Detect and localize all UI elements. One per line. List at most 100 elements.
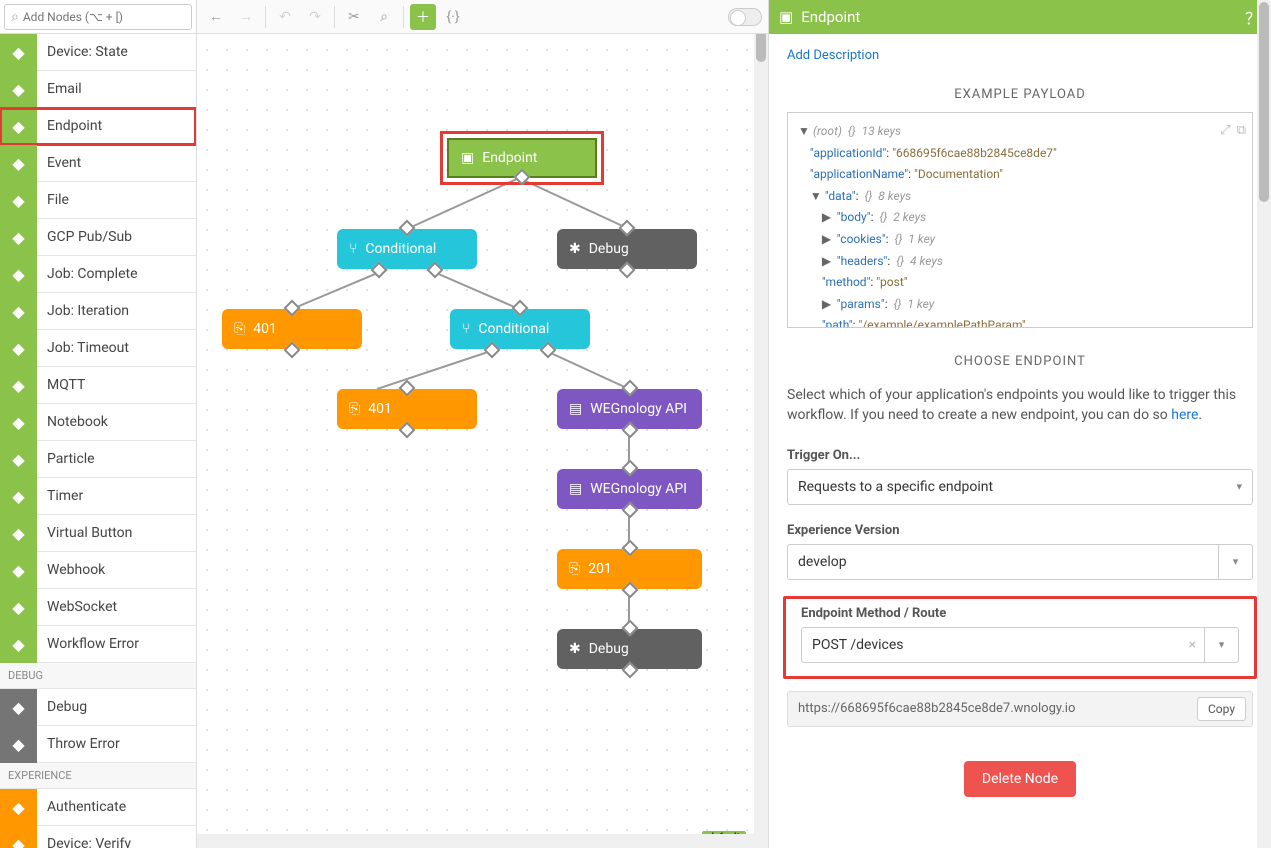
canvas-node-conditional-1[interactable]: ⑂ Conditional — [337, 229, 477, 269]
node-item-label: Event — [37, 155, 81, 171]
payload-box[interactable]: ⤢⧉ ▼ (root) {} 13 keys "applicationId": … — [787, 112, 1253, 328]
node-item-job-timeout[interactable]: ◆Job: Timeout — [0, 330, 196, 367]
endpoint-route-value: POST /devices — [812, 637, 904, 653]
node-icon: ◆ — [0, 219, 37, 256]
left-panel: ⌕ ◆Device: State◆Email◆Endpoint◆Event◆Fi… — [0, 0, 197, 848]
canvas-node-endpoint[interactable]: ▣ Endpoint — [447, 138, 597, 178]
node-icon: ◆ — [0, 515, 37, 552]
node-search[interactable]: ⌕ — [4, 4, 192, 30]
endpoint-route-select[interactable]: POST /devices × ▾ — [801, 627, 1239, 663]
node-icon: ◆ — [0, 552, 37, 589]
chevron-down-icon: ▾ — [1233, 555, 1239, 568]
node-item-label: Email — [37, 81, 82, 97]
canvas-vscroll[interactable] — [754, 0, 768, 848]
node-item-workflow-error[interactable]: ◆Workflow Error — [0, 626, 196, 663]
redo-button[interactable]: ↷ — [302, 4, 328, 30]
reply-icon: ⎘ — [234, 321, 245, 337]
here-link[interactable]: here — [1171, 407, 1198, 423]
expand-icon[interactable]: ⤢ — [1220, 119, 1230, 142]
node-item-webhook[interactable]: ◆Webhook — [0, 552, 196, 589]
endpoint-route-label: Endpoint Method / Route — [801, 606, 1239, 621]
node-item-debug[interactable]: ◆Debug — [0, 689, 196, 726]
node-item-particle[interactable]: ◆Particle — [0, 441, 196, 478]
node-icon: ◆ — [0, 71, 37, 108]
canvas-hscroll[interactable] — [197, 834, 768, 848]
node-item-label: Job: Timeout — [37, 340, 129, 356]
node-item-websocket[interactable]: ◆WebSocket — [0, 589, 196, 626]
canvas[interactable]: ← → ↶ ↷ ✂ ⌕ ＋ {·} — [197, 0, 768, 848]
right-panel: ▣ Endpoint ？ Add Description EXAMPLE PAY… — [768, 0, 1271, 848]
branch-icon: ⑂ — [462, 321, 470, 337]
node-item-notebook[interactable]: ◆Notebook — [0, 404, 196, 441]
node-icon: ◆ — [0, 404, 37, 441]
copy-button[interactable]: Copy — [1197, 697, 1246, 721]
node-search-input[interactable] — [23, 10, 185, 24]
add-button[interactable]: ＋ — [410, 4, 436, 30]
canvas-inner[interactable]: ▣ Endpoint ⑂ Conditional ✱ Debug ⎘ 401 ⑂ — [197, 34, 768, 848]
undo-button[interactable]: ↶ — [272, 4, 298, 30]
node-item-authenticate[interactable]: ◆Authenticate — [0, 789, 196, 826]
canvas-toolbar: ← → ↶ ↷ ✂ ⌕ ＋ {·} — [197, 0, 768, 34]
node-item-label: File — [37, 192, 69, 208]
node-icon: ◆ — [0, 34, 37, 71]
canvas-node-401b[interactable]: ⎘ 401 — [337, 389, 477, 429]
chevron-down-icon: ▾ — [1219, 638, 1225, 651]
node-item-job-iteration[interactable]: ◆Job: Iteration — [0, 293, 196, 330]
canvas-node-conditional-2[interactable]: ⑂ Conditional — [450, 309, 590, 349]
canvas-node-201[interactable]: ⎘ 201 — [557, 549, 702, 589]
node-item-timer[interactable]: ◆Timer — [0, 478, 196, 515]
reply-icon: ⎘ — [349, 401, 360, 417]
node-label: WEGnology API — [590, 401, 687, 417]
node-list[interactable]: ◆Device: State◆Email◆Endpoint◆Event◆File… — [0, 34, 196, 848]
code-button[interactable]: {·} — [440, 4, 466, 30]
canvas-node-api-2[interactable]: ▤ WEGnology API — [557, 469, 702, 509]
endpoint-url: https://668695f6cae88b2845ce8de7.wnology… — [798, 701, 1197, 716]
section-header-debug: DEBUG — [0, 663, 196, 689]
canvas-node-debug-1[interactable]: ✱ Debug — [557, 229, 697, 269]
node-item-mqtt[interactable]: ◆MQTT — [0, 367, 196, 404]
node-label: Debug — [589, 241, 629, 257]
forward-button[interactable]: → — [233, 4, 259, 30]
node-item-job-complete[interactable]: ◆Job: Complete — [0, 256, 196, 293]
node-item-device-state[interactable]: ◆Device: State — [0, 34, 196, 71]
node-item-event[interactable]: ◆Event — [0, 145, 196, 182]
canvas-node-debug-2[interactable]: ✱ Debug — [557, 629, 702, 669]
node-item-endpoint[interactable]: ◆Endpoint — [0, 108, 196, 145]
choose-endpoint-title: CHOOSE ENDPOINT — [769, 344, 1271, 379]
copy-icon[interactable]: ⧉ — [1237, 119, 1246, 142]
node-item-virtual-button[interactable]: ◆Virtual Button — [0, 515, 196, 552]
node-item-label: Timer — [37, 488, 83, 504]
add-description-link[interactable]: Add Description — [769, 34, 1271, 77]
node-icon: ◆ — [0, 145, 37, 182]
view-toggle[interactable] — [728, 8, 762, 26]
clear-icon[interactable]: × — [1189, 637, 1196, 653]
node-item-email[interactable]: ◆Email — [0, 71, 196, 108]
node-item-device-verify[interactable]: ◆Device: Verify — [0, 826, 196, 848]
trigger-on-select[interactable]: Requests to a specific endpoint ▾ — [787, 469, 1253, 505]
node-item-gcp-pub-sub[interactable]: ◆GCP Pub/Sub — [0, 219, 196, 256]
section-header-experience: EXPERIENCE — [0, 763, 196, 789]
trigger-on-label: Trigger On... — [787, 448, 1253, 463]
left-toolbar: ⌕ — [0, 0, 196, 34]
node-item-label: Webhook — [37, 562, 105, 578]
branch-icon: ⑂ — [349, 241, 357, 257]
api-icon: ▤ — [569, 481, 582, 497]
delete-node-button[interactable]: Delete Node — [964, 761, 1076, 797]
node-item-label: Debug — [37, 699, 87, 715]
experience-version-select[interactable]: develop ▾ — [787, 544, 1253, 580]
bug-icon: ✱ — [569, 641, 581, 657]
canvas-node-401a[interactable]: ⎘ 401 — [222, 309, 362, 349]
node-item-label: Device: Verify — [37, 836, 131, 848]
right-panel-title: Endpoint — [801, 8, 860, 26]
endpoint-icon: ▣ — [779, 8, 793, 26]
back-button[interactable]: ← — [203, 4, 229, 30]
canvas-node-api-1[interactable]: ▤ WEGnology API — [557, 389, 702, 429]
zoom-button[interactable]: ⌕ — [371, 4, 397, 30]
node-item-label: Job: Iteration — [37, 303, 129, 319]
node-label: Endpoint — [482, 150, 537, 166]
node-item-file[interactable]: ◆File — [0, 182, 196, 219]
right-vscroll[interactable] — [1257, 0, 1271, 848]
cut-button[interactable]: ✂ — [341, 4, 367, 30]
node-item-throw-error[interactable]: ◆Throw Error — [0, 726, 196, 763]
node-item-label: Authenticate — [37, 799, 126, 815]
